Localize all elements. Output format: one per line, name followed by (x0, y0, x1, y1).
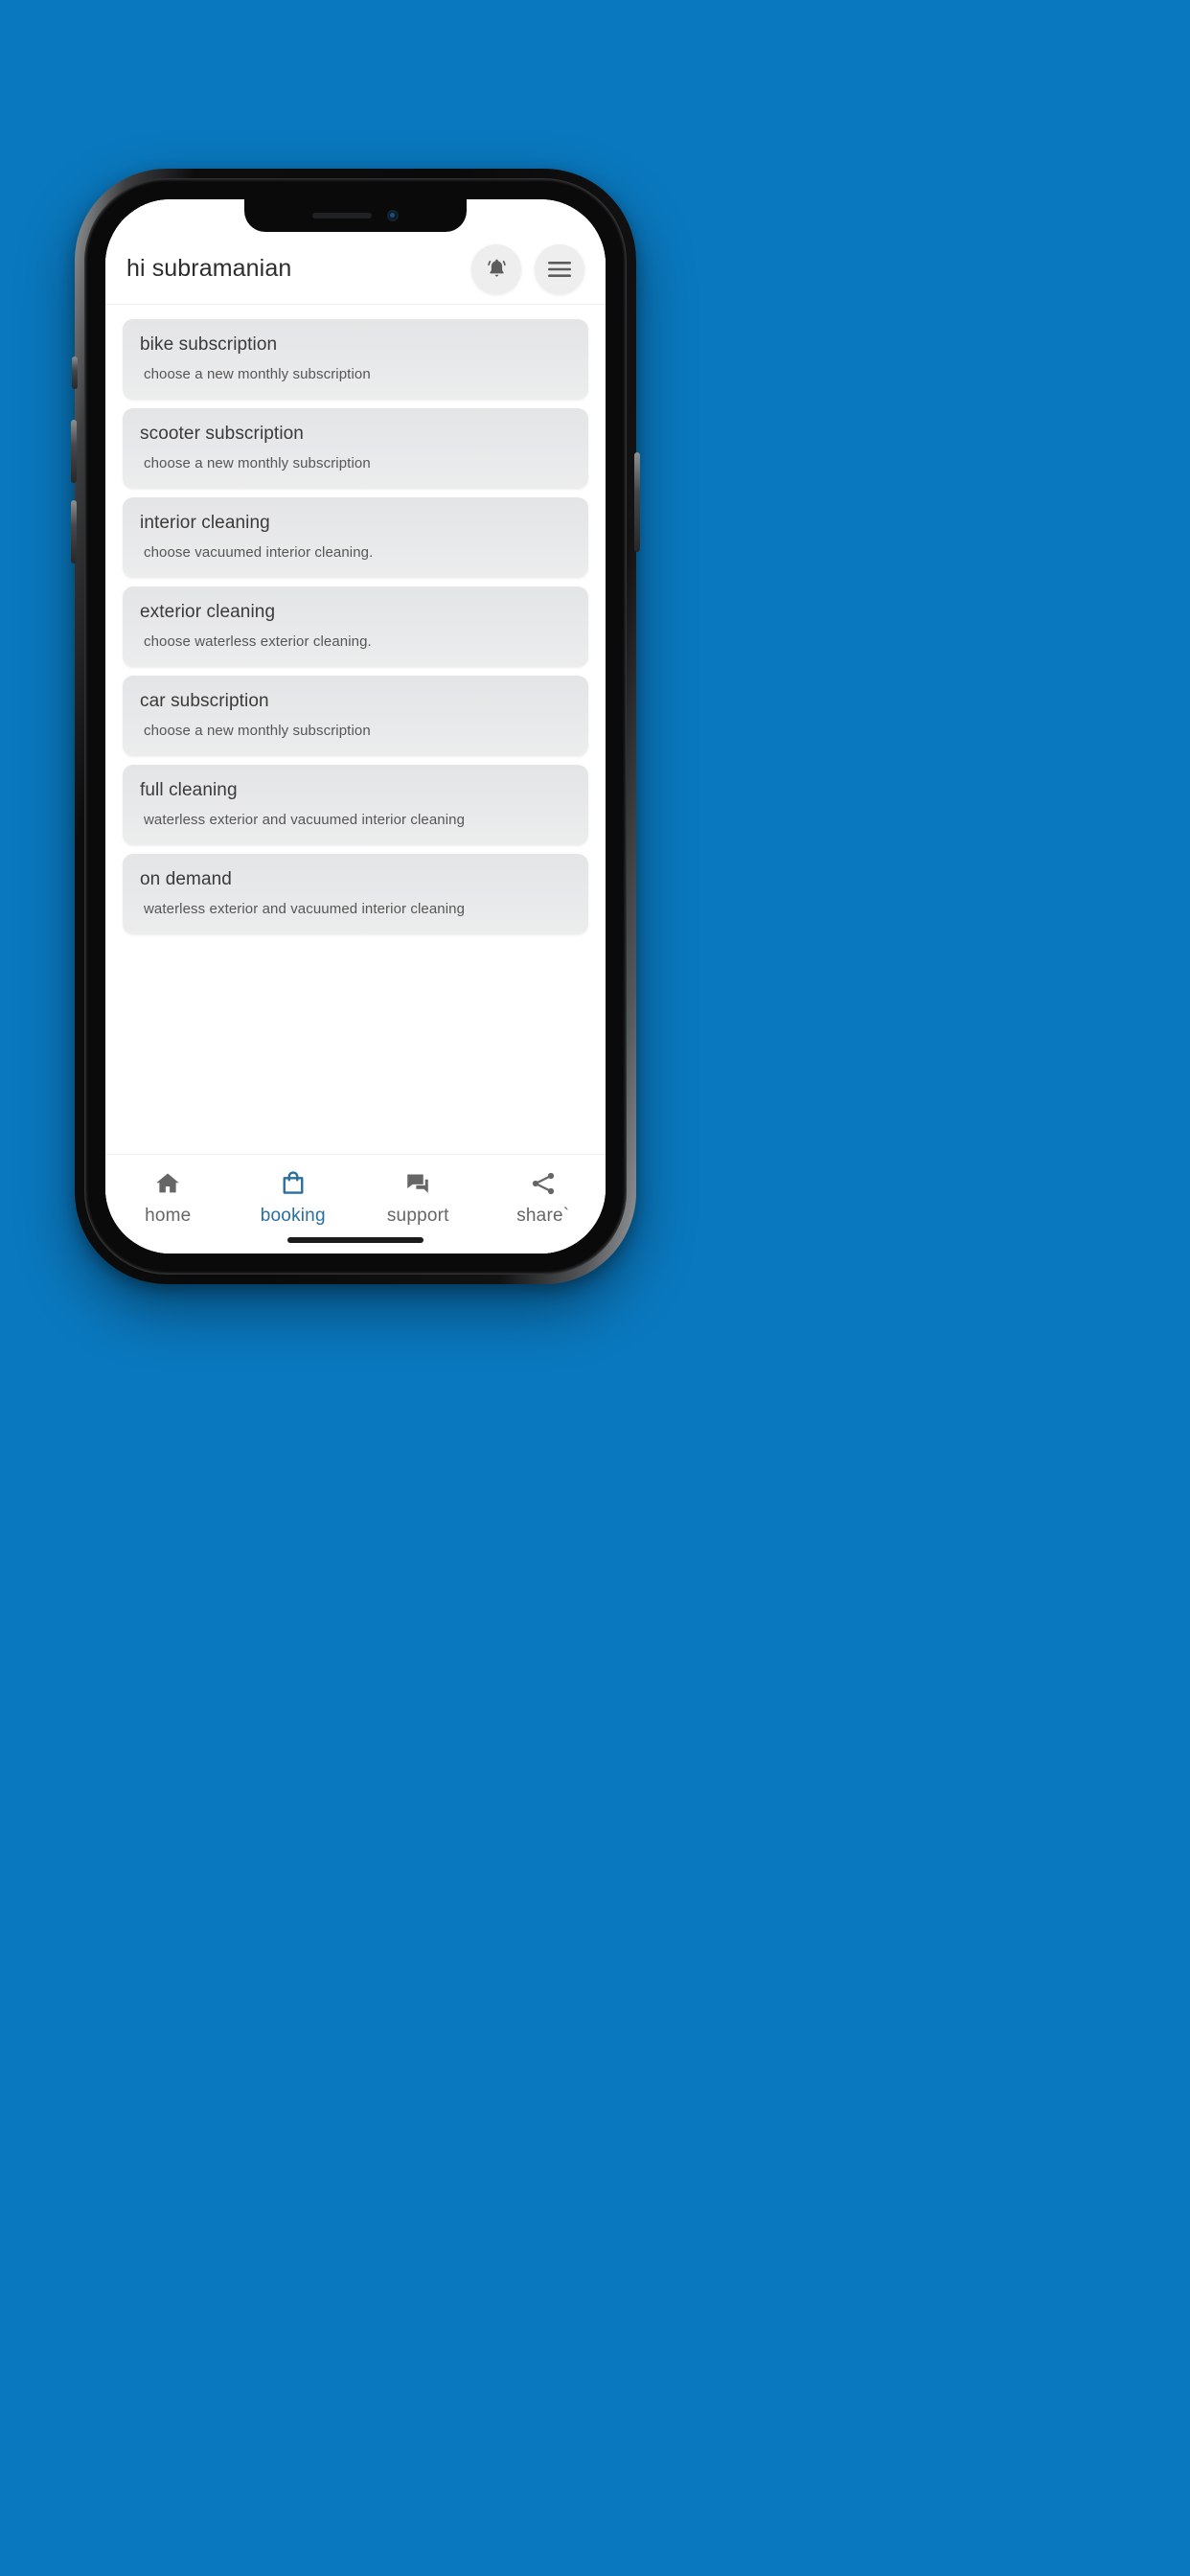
front-camera-icon (387, 210, 399, 221)
service-card[interactable]: car subscription choose a new monthly su… (123, 676, 588, 756)
home-indicator[interactable] (287, 1237, 423, 1243)
shopping-bag-icon (279, 1168, 308, 1199)
nav-item-support[interactable]: support (355, 1168, 481, 1227)
bell-icon (484, 256, 510, 282)
service-card-subtitle: waterless exterior and vacuumed interior… (144, 901, 466, 917)
share-nodes-icon (529, 1168, 558, 1199)
header-actions (471, 243, 584, 294)
service-card[interactable]: interior cleaning choose vacuumed interi… (123, 497, 588, 578)
service-card-subtitle: choose vacuumed interior cleaning. (144, 544, 374, 561)
service-card-title: bike subscription (140, 334, 278, 355)
service-card-subtitle: choose a new monthly subscription (144, 455, 371, 472)
service-card-subtitle: choose waterless exterior cleaning. (144, 633, 372, 650)
phone-screen: hi subramanian bike subscription choose … (105, 199, 606, 1254)
nav-item-home[interactable]: home (105, 1168, 231, 1227)
nav-item-share[interactable]: share` (481, 1168, 606, 1227)
service-card-title: full cleaning (140, 780, 238, 800)
service-card[interactable]: on demand waterless exterior and vacuume… (123, 854, 588, 934)
greeting-title: hi subramanian (126, 255, 292, 282)
nav-item-booking[interactable]: booking (231, 1168, 356, 1227)
service-card-subtitle: choose a new monthly subscription (144, 723, 371, 739)
phone-bezel: hi subramanian bike subscription choose … (84, 178, 627, 1275)
nav-label-home: home (145, 1206, 192, 1226)
phone-notch (244, 199, 467, 232)
earpiece-speaker (312, 213, 372, 218)
service-card-title: car subscription (140, 691, 269, 711)
nav-label-share: share` (516, 1206, 570, 1226)
service-card-title: interior cleaning (140, 513, 270, 533)
notification-button[interactable] (471, 243, 521, 294)
nav-label-support: support (386, 1206, 449, 1226)
volume-up-button[interactable] (71, 420, 77, 483)
power-button[interactable] (634, 452, 640, 552)
home-icon (153, 1168, 182, 1199)
chat-bubbles-icon (403, 1168, 432, 1199)
app-root: hi subramanian bike subscription choose … (105, 199, 606, 1254)
service-card[interactable]: full cleaning waterless exterior and vac… (123, 765, 588, 845)
service-card-title: scooter subscription (140, 424, 304, 444)
hamburger-menu-icon (546, 260, 573, 279)
phone-device-frame: hi subramanian bike subscription choose … (71, 169, 640, 1284)
nav-label-booking: booking (260, 1206, 326, 1226)
service-card[interactable]: exterior cleaning choose waterless exter… (123, 586, 588, 667)
service-card-title: on demand (140, 869, 232, 889)
menu-button[interactable] (535, 243, 584, 294)
service-card-subtitle: choose a new monthly subscription (144, 366, 371, 382)
service-card-list[interactable]: bike subscription choose a new monthly s… (105, 305, 606, 1154)
service-card[interactable]: scooter subscription choose a new monthl… (123, 408, 588, 489)
service-card-subtitle: waterless exterior and vacuumed interior… (144, 812, 466, 828)
silent-switch[interactable] (72, 356, 78, 389)
service-card[interactable]: bike subscription choose a new monthly s… (123, 319, 588, 400)
service-card-title: exterior cleaning (140, 602, 276, 622)
volume-down-button[interactable] (71, 500, 77, 564)
